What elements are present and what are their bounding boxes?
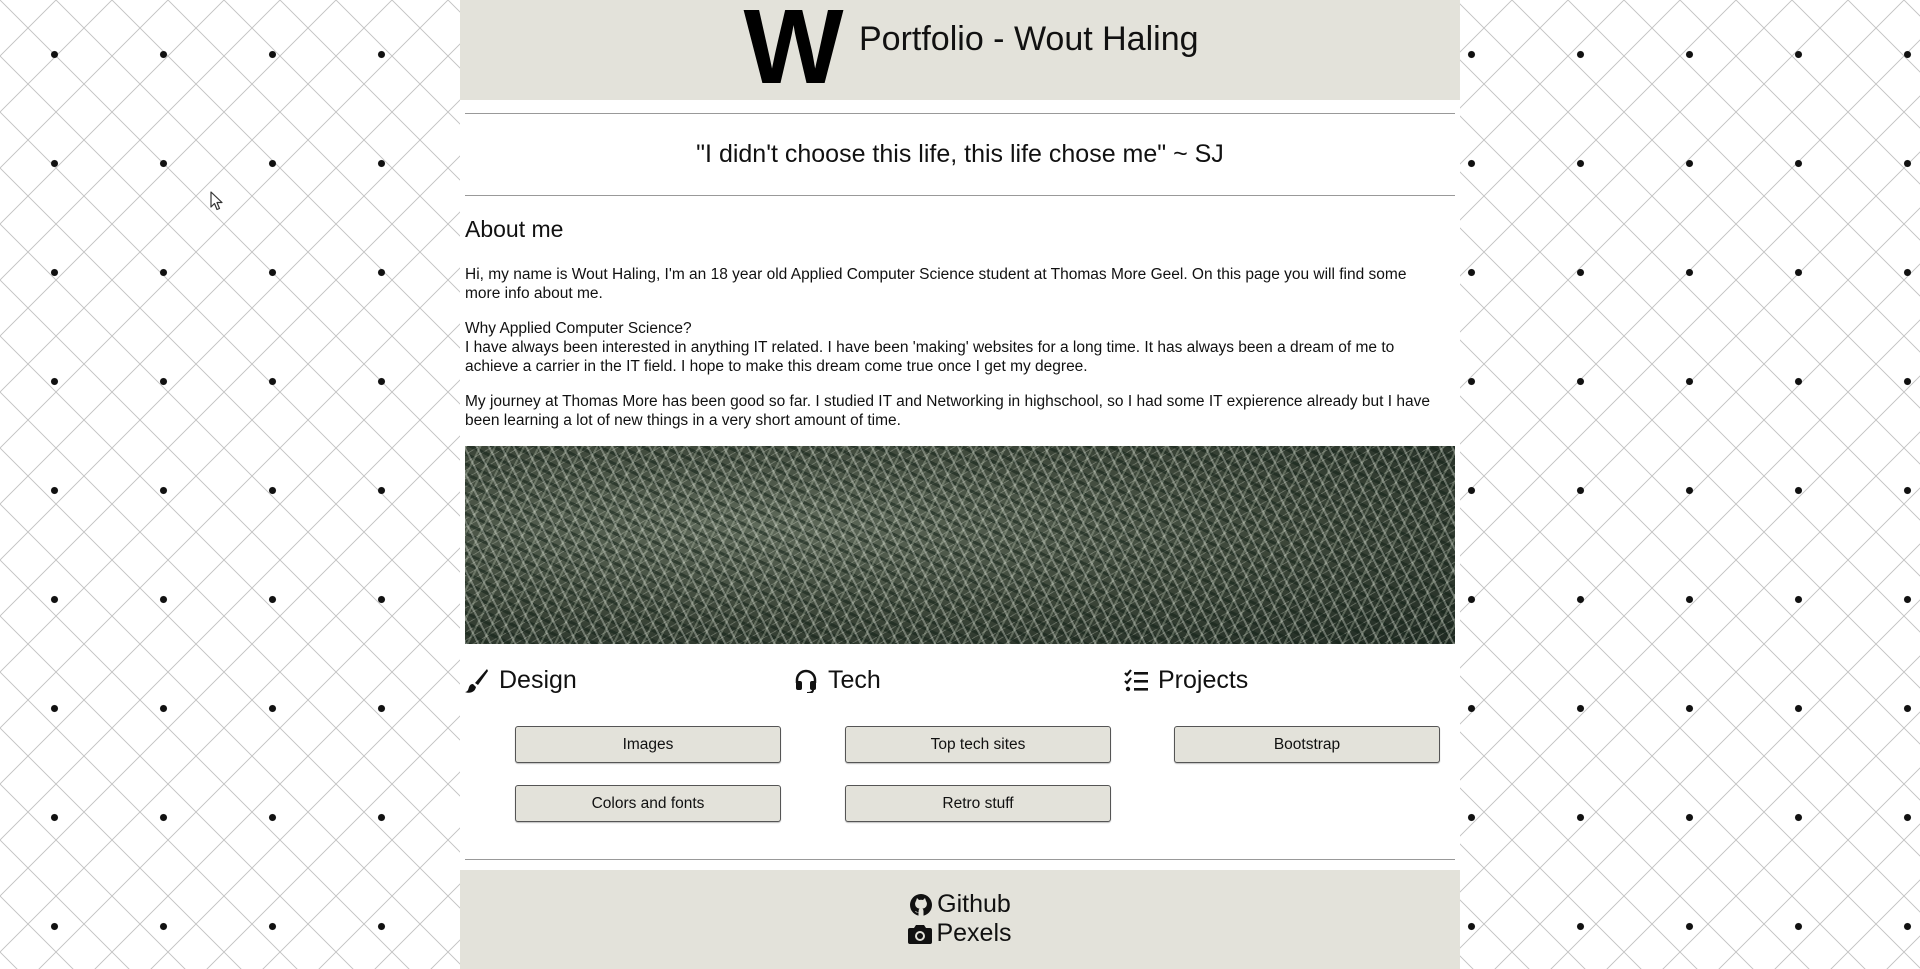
design-heading: Design xyxy=(465,666,577,695)
tasks-list-icon xyxy=(1124,668,1148,691)
about-text-line: achieve a carrier in the IT field. I hop… xyxy=(465,358,1088,375)
bootstrap-button[interactable]: Bootstrap xyxy=(1174,726,1440,763)
site-header: W Portfolio - Wout Haling xyxy=(460,0,1460,100)
tech-heading-label: Tech xyxy=(828,666,881,694)
images-button[interactable]: Images xyxy=(515,726,781,763)
tech-heading: Tech xyxy=(794,666,881,695)
headset-icon xyxy=(795,669,817,693)
divider xyxy=(465,859,1455,860)
quote: "I didn't choose this life, this life ch… xyxy=(696,140,1224,168)
about-text-line: Hi, my name is Wout Haling, I'm an 18 ye… xyxy=(465,266,1407,283)
retro-stuff-button[interactable]: Retro stuff xyxy=(845,785,1111,822)
about-paragraph-journey: My journey at Thomas More has been good … xyxy=(465,392,1457,430)
site-footer: Github Pexels xyxy=(460,870,1460,969)
logo[interactable]: W xyxy=(738,0,843,104)
page-container: W Portfolio - Wout Haling "I didn't choo… xyxy=(460,0,1460,969)
frosted-grass-banner-image xyxy=(465,446,1455,644)
camera-icon xyxy=(908,924,933,944)
projects-heading: Projects xyxy=(1124,666,1248,695)
pexels-link[interactable]: Pexels xyxy=(460,919,1460,948)
mouse-cursor-icon xyxy=(210,191,223,211)
projects-heading-label: Projects xyxy=(1158,666,1249,694)
divider xyxy=(465,113,1455,114)
about-paragraph-intro: Hi, my name is Wout Haling, I'm an 18 ye… xyxy=(465,265,1457,303)
about-text-line: I have always been interested in anythin… xyxy=(465,339,1395,356)
design-heading-label: Design xyxy=(499,666,577,694)
about-text-line: My journey at Thomas More has been good … xyxy=(465,393,1430,410)
about-text-line: more info about me. xyxy=(465,285,603,302)
about-title: About me xyxy=(465,216,564,242)
divider xyxy=(465,195,1455,196)
colors-and-fonts-button[interactable]: Colors and fonts xyxy=(515,785,781,822)
github-icon xyxy=(910,893,933,916)
paintbrush-icon xyxy=(465,668,488,693)
github-link[interactable]: Github xyxy=(460,890,1460,919)
pexels-link-label: Pexels xyxy=(936,919,1012,947)
site-title: Portfolio - Wout Haling xyxy=(859,20,1199,58)
about-paragraph-why: Why Applied Computer Science? I have alw… xyxy=(465,319,1457,376)
about-text-line: been learning a lot of new things in a v… xyxy=(465,412,901,429)
github-link-label: Github xyxy=(937,890,1011,918)
top-tech-sites-button[interactable]: Top tech sites xyxy=(845,726,1111,763)
about-text-line: Why Applied Computer Science? xyxy=(465,320,692,337)
